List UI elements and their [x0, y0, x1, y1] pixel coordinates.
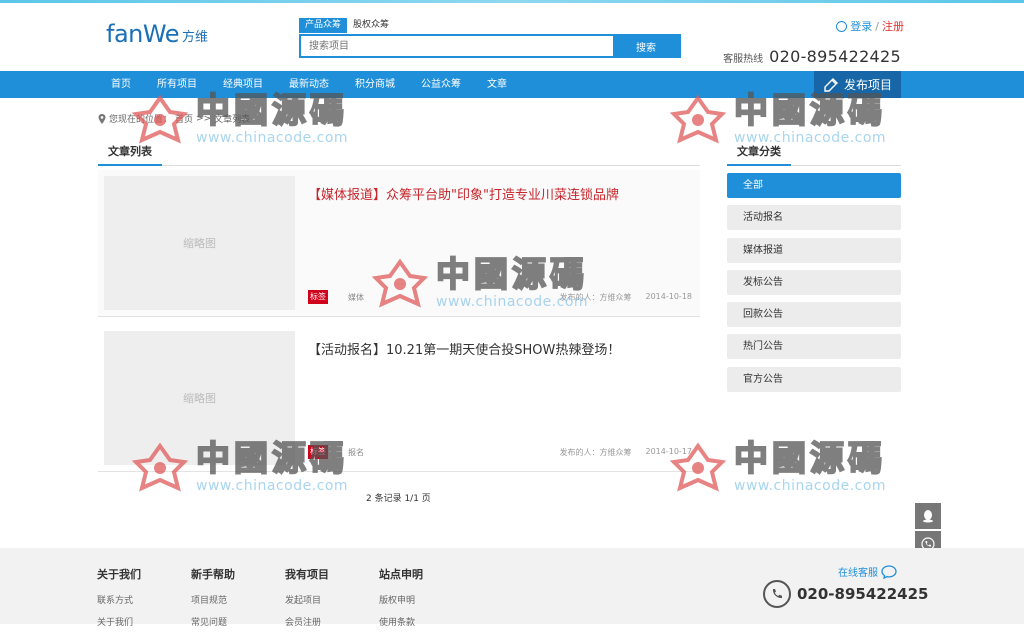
top-gradient-line: [0, 0, 1024, 3]
search-button[interactable]: 搜索: [613, 36, 679, 56]
footer-col-title: 站点申明: [379, 568, 423, 581]
footer-col-title: 关于我们: [97, 568, 141, 581]
watermark: 中國源碼 www.chinacode.com: [668, 91, 886, 146]
category-title: 文章分类: [727, 140, 791, 166]
tag-badge: 标签: [308, 290, 328, 304]
footer-col-title: 我有项目: [285, 568, 329, 581]
search-tab-equity[interactable]: 股权众筹: [347, 18, 395, 33]
breadcrumb: 您现在的位置： 首页 >> 文章列表: [98, 112, 250, 125]
category-item-all[interactable]: 全部: [727, 173, 901, 198]
hotline-label: 客服热线: [723, 54, 764, 65]
hotline-number: 020-895422425: [769, 47, 901, 66]
location-icon: [98, 113, 106, 124]
register-link[interactable]: 注册: [882, 18, 904, 34]
footer-col-about: 关于我们 联系方式 关于我们: [97, 566, 141, 637]
footer-link[interactable]: 关于我们: [97, 615, 141, 628]
logo-text-en: fanWe: [106, 20, 179, 48]
search-tab-product[interactable]: 产品众筹: [299, 18, 348, 33]
category-item-official-notice[interactable]: 官方公告: [727, 366, 901, 392]
footer-col-title: 新手帮助: [191, 568, 235, 581]
category-item-media[interactable]: 媒体报道: [727, 237, 901, 263]
article-list-title: 文章列表: [98, 140, 162, 166]
nav-item-charity[interactable]: 公益众筹: [408, 71, 474, 98]
breadcrumb-home[interactable]: 首页: [175, 112, 193, 125]
watermark-cn: 中國源碼: [733, 439, 886, 479]
footer-link[interactable]: 发起项目: [285, 593, 329, 606]
article-date: 2014-10-18: [645, 292, 693, 301]
tag-badge: 标签: [308, 445, 328, 459]
footer-link[interactable]: 使用条款: [379, 615, 423, 628]
tag-text[interactable]: 报名: [348, 447, 364, 458]
nav-item-articles[interactable]: 文章: [474, 71, 520, 98]
nav-item-news[interactable]: 最新动态: [276, 71, 342, 98]
chat-bubble-icon: [881, 564, 897, 579]
article-title[interactable]: 【媒体报道】众筹平台助"印象"打造专业川菜连锁品牌: [308, 184, 619, 203]
site-footer: 关于我们 联系方式 关于我们 新手帮助 项目规范 常见问题 我有项目 发起项目 …: [0, 548, 1024, 628]
publish-label: 发布项目: [843, 78, 892, 92]
online-service-label: 在线客服: [838, 568, 878, 579]
category-item-events[interactable]: 活动报名: [727, 205, 901, 231]
footer-col-statement: 站点申明 版权申明 使用条款: [379, 566, 423, 637]
watermark-en: www.chinacode.com: [734, 478, 887, 494]
qq-icon: [923, 510, 933, 523]
footer-link[interactable]: 常见问题: [191, 615, 235, 628]
publish-icon: [824, 77, 838, 92]
footer-phone-number: 020-895422425: [797, 585, 929, 603]
article-author: 发布的人：方维众筹: [559, 293, 632, 302]
breadcrumb-sep: >>: [196, 113, 212, 124]
nav-item-classic-projects[interactable]: 经典项目: [210, 71, 276, 98]
article-date: 2014-10-17: [645, 447, 693, 456]
watermark-logo: [669, 94, 727, 144]
category-list: 全部 活动报名 媒体报道 发标公告 回款公告 热门公告 官方公告: [727, 173, 901, 399]
search-tabs: 产品众筹 股权众筹: [299, 18, 395, 33]
category-item-hot-notice[interactable]: 热门公告: [727, 334, 901, 360]
category-header: 文章分类: [727, 140, 901, 166]
footer-phone: 020-895422425: [763, 580, 928, 608]
search-input[interactable]: [301, 36, 613, 56]
online-service-link[interactable]: 在线客服: [838, 564, 897, 579]
site-logo[interactable]: fanWe 方维: [106, 18, 208, 48]
login-link[interactable]: 登录: [850, 18, 872, 34]
hotline: 客服热线 020-895422425: [723, 47, 901, 66]
user-icon: [836, 20, 848, 32]
article-list-header: 文章列表: [98, 140, 700, 166]
qq-chat-button[interactable]: [915, 503, 941, 529]
article-meta: 发布的人：方维众筹 2014-10-18: [560, 292, 693, 303]
category-item-bid-notice[interactable]: 发标公告: [727, 269, 901, 295]
footer-link[interactable]: 会员注册: [285, 615, 329, 628]
logo-text-cn: 方维: [181, 30, 208, 45]
footer-link[interactable]: 联系方式: [97, 593, 141, 606]
login-area: 登录 / 注册: [836, 18, 904, 34]
nav-item-points-mall[interactable]: 积分商城: [342, 71, 408, 98]
phone-circle-icon: [763, 580, 791, 608]
login-separator: /: [875, 19, 879, 33]
category-item-repayment-notice[interactable]: 回款公告: [727, 302, 901, 328]
search-box: 搜索: [299, 34, 681, 58]
pagination-info: 2 条记录 1/1 页: [366, 494, 431, 504]
article-thumbnail[interactable]: 缩略图: [104, 176, 295, 310]
article-thumbnail[interactable]: 缩略图: [104, 331, 295, 465]
article-item[interactable]: 缩略图 【活动报名】10.21第一期天使合投SHOW热辣登场！ 标签 报名 发布…: [98, 325, 700, 472]
nav-item-home[interactable]: 首页: [98, 71, 144, 98]
nav-item-all-projects[interactable]: 所有项目: [144, 71, 210, 98]
footer-link[interactable]: 版权申明: [379, 593, 423, 606]
article-meta: 发布的人：方维众筹 2014-10-17: [560, 447, 693, 458]
footer-col-projects: 我有项目 发起项目 会员注册: [285, 566, 329, 637]
tag-text[interactable]: 媒体: [348, 292, 364, 303]
article-title[interactable]: 【活动报名】10.21第一期天使合投SHOW热辣登场！: [308, 339, 620, 358]
watermark-en: www.chinacode.com: [196, 478, 349, 494]
breadcrumb-prefix: 您现在的位置：: [109, 115, 173, 125]
footer-link[interactable]: 项目规范: [191, 593, 235, 606]
publish-project-button[interactable]: 发布项目: [814, 71, 901, 98]
article-item[interactable]: 缩略图 【媒体报道】众筹平台助"印象"打造专业川菜连锁品牌 标签 媒体 发布的人…: [98, 170, 700, 317]
main-nav: 首页 所有项目 经典项目 最新动态 积分商城 公益众筹 文章 发布项目: [0, 71, 1024, 98]
breadcrumb-current: 文章列表: [214, 115, 251, 125]
watermark: 中國源碼 www.chinacode.com: [668, 439, 887, 494]
footer-col-help: 新手帮助 项目规范 常见问题: [191, 566, 235, 637]
article-author: 发布的人：方维众筹: [559, 448, 632, 457]
